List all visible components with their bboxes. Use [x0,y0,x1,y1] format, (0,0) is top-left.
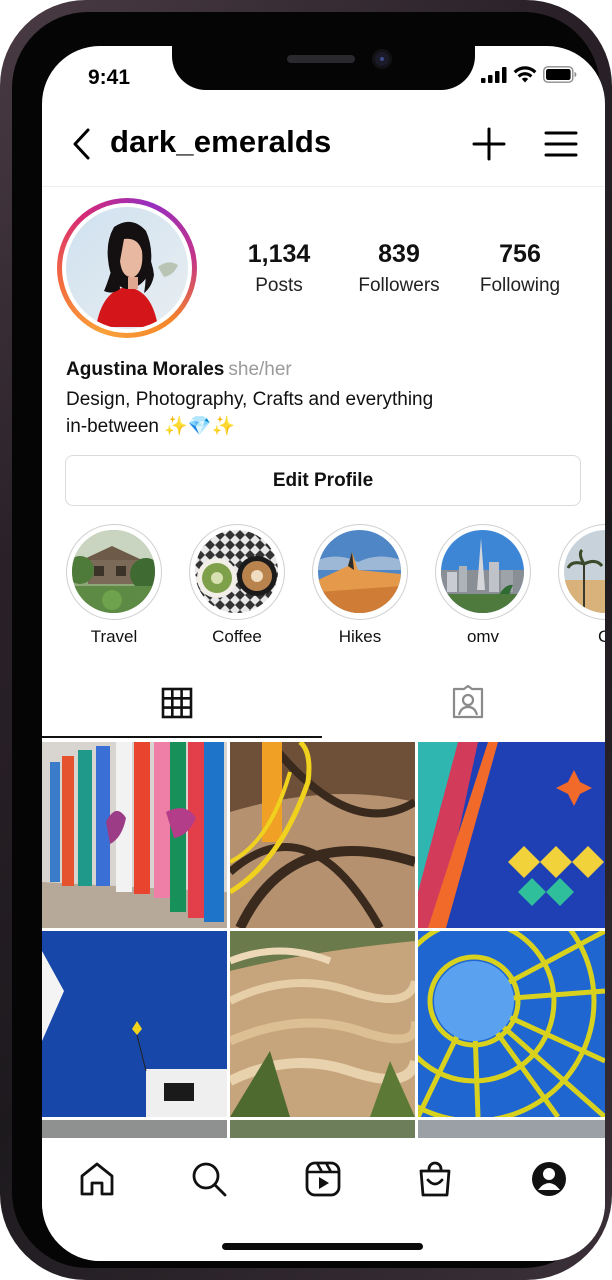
phone-bezel: 9:41 dark_emeralds 1,134 Posts 839 Follo… [12,12,605,1268]
highlight-ring [312,524,408,620]
grid-post-5[interactable] [230,931,415,1117]
bio-line-2: in-between ✨💎✨ [66,416,236,437]
avatar-border [62,203,192,333]
highlight-ci[interactable]: Ci [558,524,605,646]
followers-count: 839 [378,240,420,268]
bio-line-1: Design, Photography, Crafts and everythi… [66,389,434,410]
highlight-hikes[interactable]: Hikes [312,524,408,646]
header-divider [42,186,605,187]
search-icon[interactable] [190,1160,228,1198]
speaker [287,55,355,63]
highlight-label: Hikes [338,627,382,646]
highlight-coffee[interactable]: Coffee [189,524,285,646]
highlight-label: Travel [90,627,138,646]
profile-icon[interactable] [530,1160,568,1198]
posts-count: 1,134 [247,240,311,268]
status-icons [481,66,577,83]
grid-post-4[interactable] [42,931,227,1117]
home-icon[interactable] [78,1160,116,1198]
highlight-label: Ci [597,627,605,646]
grid-post-2[interactable] [230,742,415,928]
screen: 9:41 dark_emeralds 1,134 Posts 839 Follo… [42,46,605,1261]
grid-post-1[interactable] [42,742,227,928]
highlight-omv-image [441,530,524,613]
highlight-ci-image [564,530,605,613]
signal-icon [481,66,507,83]
avatar-photo [66,207,188,329]
following-label: Following [479,275,561,296]
highlight-label: Coffee [212,627,262,646]
highlight-travel[interactable]: Travel [66,524,162,646]
highlight-travel-image [72,530,155,613]
tab-selected-indicator [42,736,322,738]
followers-label: Followers [358,275,440,296]
profile-username: dark_emeralds [110,124,332,159]
posts-stat[interactable]: 1,134 Posts [219,240,339,297]
notch [172,46,475,90]
grid-post-3[interactable] [418,742,605,928]
phone-frame: 9:41 dark_emeralds 1,134 Posts 839 Follo… [0,0,612,1280]
profile-bio: Design, Photography, Crafts and everythi… [66,386,536,440]
profile-pronouns: she/her [228,359,292,380]
front-camera [372,49,392,69]
highlight-ring [189,524,285,620]
highlight-hikes-image [318,530,401,613]
battery-icon [543,66,577,83]
wifi-icon [513,66,537,83]
edit-profile-button[interactable]: Edit Profile [65,455,581,506]
avatar[interactable] [57,198,197,338]
highlight-omv[interactable]: omv [435,524,531,646]
following-count: 756 [499,240,541,268]
shop-icon[interactable] [416,1160,454,1198]
reels-icon[interactable] [304,1160,342,1198]
tagged-icon[interactable] [450,685,486,721]
highlight-label: omv [466,627,500,646]
highlight-ring [558,524,605,620]
grid-icon[interactable] [161,687,193,719]
home-indicator [222,1243,423,1250]
profile-name: Agustina Morales [66,359,225,380]
highlight-ring [66,524,162,620]
highlight-coffee-image [195,530,278,613]
followers-stat[interactable]: 839 Followers [339,240,459,297]
back-icon[interactable] [68,126,96,162]
new-post-icon[interactable] [472,127,506,161]
posts-label: Posts [255,275,303,296]
grid-post-6[interactable] [418,931,605,1117]
highlight-ring [435,524,531,620]
menu-icon[interactable] [544,130,578,158]
following-stat[interactable]: 756 Following [460,240,580,297]
status-time: 9:41 [88,66,131,89]
profile-name-line: Agustina Morales she/her [66,359,292,381]
